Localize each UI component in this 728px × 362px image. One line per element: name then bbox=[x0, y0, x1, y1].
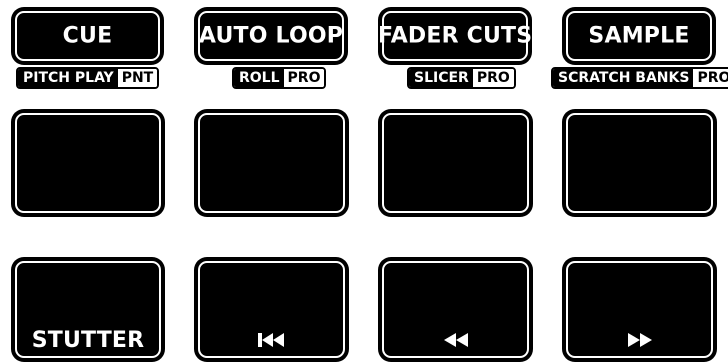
cue-mode-button[interactable]: CUE bbox=[11, 7, 164, 65]
sample-mode-button[interactable]: SAMPLE bbox=[562, 7, 716, 65]
performance-pad-1[interactable] bbox=[11, 109, 165, 217]
fader-cuts-mode-label: FADER CUTS bbox=[378, 23, 533, 49]
fast-forward-icon bbox=[562, 333, 717, 347]
slicer-pro-tag: PRO bbox=[472, 69, 514, 87]
auto-loop-mode-label: AUTO LOOP bbox=[198, 23, 344, 49]
scratch-banks-sublabel: SCRATCH BANKS PRO bbox=[551, 67, 728, 89]
slicer-text: SLICER bbox=[409, 69, 473, 87]
performance-pad-2[interactable] bbox=[194, 109, 349, 217]
rewind-icon bbox=[378, 333, 533, 347]
fader-cuts-mode-button[interactable]: FADER CUTS bbox=[378, 7, 532, 65]
skip-to-start-icon bbox=[194, 333, 349, 347]
stutter-label: STUTTER bbox=[31, 328, 145, 353]
roll-sublabel: ROLL PRO bbox=[232, 67, 327, 89]
performance-pad-3[interactable] bbox=[378, 109, 533, 217]
skip-to-start-pad[interactable] bbox=[194, 257, 349, 362]
pnt-tag: PNT bbox=[117, 69, 158, 87]
stutter-pad[interactable]: STUTTER bbox=[11, 257, 165, 362]
pitch-play-text: PITCH PLAY bbox=[18, 69, 118, 87]
auto-loop-mode-button[interactable]: AUTO LOOP bbox=[194, 7, 348, 65]
pitch-play-sublabel: PITCH PLAY PNT bbox=[16, 67, 160, 89]
rewind-pad[interactable] bbox=[378, 257, 533, 362]
scratch-banks-pro-tag: PRO bbox=[693, 69, 728, 87]
slicer-sublabel: SLICER PRO bbox=[407, 67, 516, 89]
sample-mode-label: SAMPLE bbox=[588, 23, 690, 49]
performance-pad-4[interactable] bbox=[562, 109, 717, 217]
fast-forward-pad[interactable] bbox=[562, 257, 717, 362]
cue-mode-label: CUE bbox=[62, 23, 113, 49]
roll-text: ROLL bbox=[234, 69, 284, 87]
scratch-banks-text: SCRATCH BANKS bbox=[553, 69, 694, 87]
roll-pro-tag: PRO bbox=[283, 69, 325, 87]
